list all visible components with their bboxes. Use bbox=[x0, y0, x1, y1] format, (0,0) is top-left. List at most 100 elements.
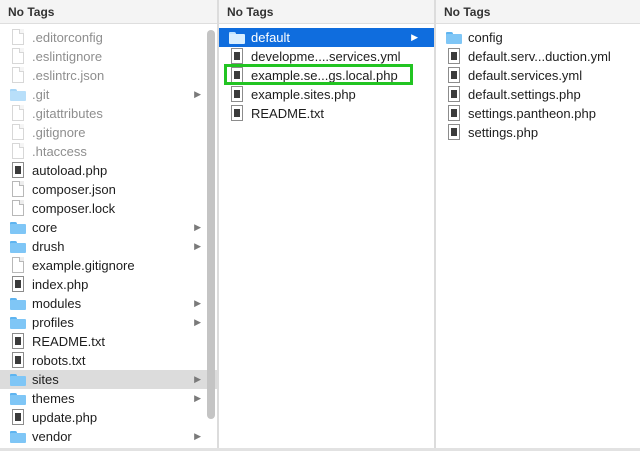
file-row[interactable]: settings.php bbox=[436, 123, 640, 142]
file-row[interactable]: .gitignore bbox=[0, 123, 217, 142]
scrollbar-thumb[interactable] bbox=[207, 30, 215, 419]
column-default: No Tags config default.serv...duction.yml… bbox=[436, 0, 640, 451]
folder-icon bbox=[10, 295, 26, 312]
file-row[interactable]: README.txt bbox=[0, 332, 217, 351]
file-name: example.se...gs.local.php bbox=[251, 68, 398, 83]
folder-icon bbox=[229, 29, 245, 46]
php-file-icon bbox=[446, 105, 462, 122]
file-row[interactable]: .eslintignore bbox=[0, 47, 217, 66]
file-row[interactable]: composer.json bbox=[0, 180, 217, 199]
file-row[interactable]: default.services.yml bbox=[436, 66, 640, 85]
php-file-icon bbox=[10, 409, 26, 426]
document-icon bbox=[10, 143, 26, 160]
file-row[interactable]: default ▶ bbox=[219, 28, 434, 47]
file-row[interactable]: vendor ▶ bbox=[0, 427, 217, 446]
document-icon bbox=[10, 200, 26, 217]
yml-file-icon bbox=[446, 67, 462, 84]
file-row[interactable]: settings.pantheon.php bbox=[436, 104, 640, 123]
file-name: default.settings.php bbox=[468, 87, 581, 102]
file-name: modules bbox=[32, 296, 82, 311]
file-name: update.php bbox=[32, 410, 98, 425]
file-row[interactable]: .htaccess bbox=[0, 142, 217, 161]
yml-file-icon bbox=[446, 48, 462, 65]
document-icon bbox=[10, 124, 26, 141]
document-icon bbox=[10, 105, 26, 122]
file-row[interactable]: index.php bbox=[0, 275, 217, 294]
php-file-icon bbox=[10, 162, 26, 179]
file-row[interactable]: default.serv...duction.yml bbox=[436, 47, 640, 66]
file-row[interactable]: README.txt bbox=[219, 104, 434, 123]
file-list: default ▶ developme....services.yml example… bbox=[219, 28, 434, 123]
disclosure-arrow-icon: ▶ bbox=[194, 317, 201, 327]
disclosure-arrow-icon: ▶ bbox=[411, 32, 418, 42]
column-header: No Tags bbox=[436, 0, 640, 24]
file-row[interactable]: .editorconfig bbox=[0, 28, 217, 47]
folder-icon bbox=[446, 29, 462, 46]
file-name: composer.json bbox=[32, 182, 116, 197]
file-name: .eslintignore bbox=[32, 49, 103, 64]
file-name: README.txt bbox=[251, 106, 324, 121]
column-header: No Tags bbox=[0, 0, 217, 24]
disclosure-arrow-icon: ▶ bbox=[194, 241, 201, 251]
file-row[interactable]: example.gitignore bbox=[0, 256, 217, 275]
php-file-icon bbox=[446, 86, 462, 103]
php-file-icon bbox=[446, 124, 462, 141]
document-icon bbox=[10, 29, 26, 46]
file-row[interactable]: sites ▶ bbox=[0, 370, 217, 389]
file-row[interactable]: composer.lock bbox=[0, 199, 217, 218]
column-root: No Tags .editorconfig .eslintignore .eslin… bbox=[0, 0, 217, 451]
disclosure-arrow-icon: ▶ bbox=[194, 431, 201, 441]
file-list: config default.serv...duction.yml default.… bbox=[436, 28, 640, 142]
file-row[interactable]: .eslintrc.json bbox=[0, 66, 217, 85]
file-row[interactable]: drush ▶ bbox=[0, 237, 217, 256]
file-name: example.gitignore bbox=[32, 258, 135, 273]
file-name: composer.lock bbox=[32, 201, 116, 216]
folder-icon bbox=[10, 371, 26, 388]
file-row[interactable]: .gitattributes bbox=[0, 104, 217, 123]
file-name: developme....services.yml bbox=[251, 49, 401, 64]
php-file-icon bbox=[229, 67, 245, 84]
document-icon bbox=[10, 48, 26, 65]
document-icon bbox=[10, 67, 26, 84]
file-name: autoload.php bbox=[32, 163, 108, 178]
finder-column-browser: No Tags .editorconfig .eslintignore .eslin… bbox=[0, 0, 640, 451]
yml-file-icon bbox=[229, 48, 245, 65]
folder-icon bbox=[10, 390, 26, 407]
document-icon bbox=[10, 257, 26, 274]
file-name: .eslintrc.json bbox=[32, 68, 105, 83]
file-name: config bbox=[468, 30, 503, 45]
column-header: No Tags bbox=[219, 0, 434, 24]
file-row[interactable]: update.php bbox=[0, 408, 217, 427]
file-row[interactable]: autoload.php bbox=[0, 161, 217, 180]
file-row[interactable]: core ▶ bbox=[0, 218, 217, 237]
file-name: .gitattributes bbox=[32, 106, 103, 121]
file-row[interactable]: default.settings.php bbox=[436, 85, 640, 104]
file-row[interactable]: robots.txt bbox=[0, 351, 217, 370]
folder-icon bbox=[10, 428, 26, 445]
disclosure-arrow-icon: ▶ bbox=[194, 222, 201, 232]
file-row[interactable]: config bbox=[436, 28, 640, 47]
file-row[interactable]: modules ▶ bbox=[0, 294, 217, 313]
file-row[interactable]: profiles ▶ bbox=[0, 313, 217, 332]
text-file-icon bbox=[10, 352, 26, 369]
column-sites: No Tags default ▶ developme....services.ym… bbox=[219, 0, 434, 451]
document-icon bbox=[10, 181, 26, 198]
file-name: vendor bbox=[32, 429, 72, 444]
file-name: default.services.yml bbox=[468, 68, 583, 83]
file-name: index.php bbox=[32, 277, 89, 292]
file-row-highlighted[interactable]: example.se...gs.local.php bbox=[219, 66, 434, 85]
file-name: drush bbox=[32, 239, 65, 254]
file-row[interactable]: developme....services.yml bbox=[219, 47, 434, 66]
file-name: .editorconfig bbox=[32, 30, 103, 45]
file-name: README.txt bbox=[32, 334, 105, 349]
file-name: sites bbox=[32, 372, 59, 387]
file-row[interactable]: themes ▶ bbox=[0, 389, 217, 408]
file-row[interactable]: .git ▶ bbox=[0, 85, 217, 104]
file-row[interactable]: example.sites.php bbox=[219, 85, 434, 104]
text-file-icon bbox=[10, 333, 26, 350]
file-name: robots.txt bbox=[32, 353, 86, 368]
file-name: core bbox=[32, 220, 58, 235]
folder-icon bbox=[10, 238, 26, 255]
file-name: .git bbox=[32, 87, 50, 102]
folder-icon bbox=[10, 86, 26, 103]
